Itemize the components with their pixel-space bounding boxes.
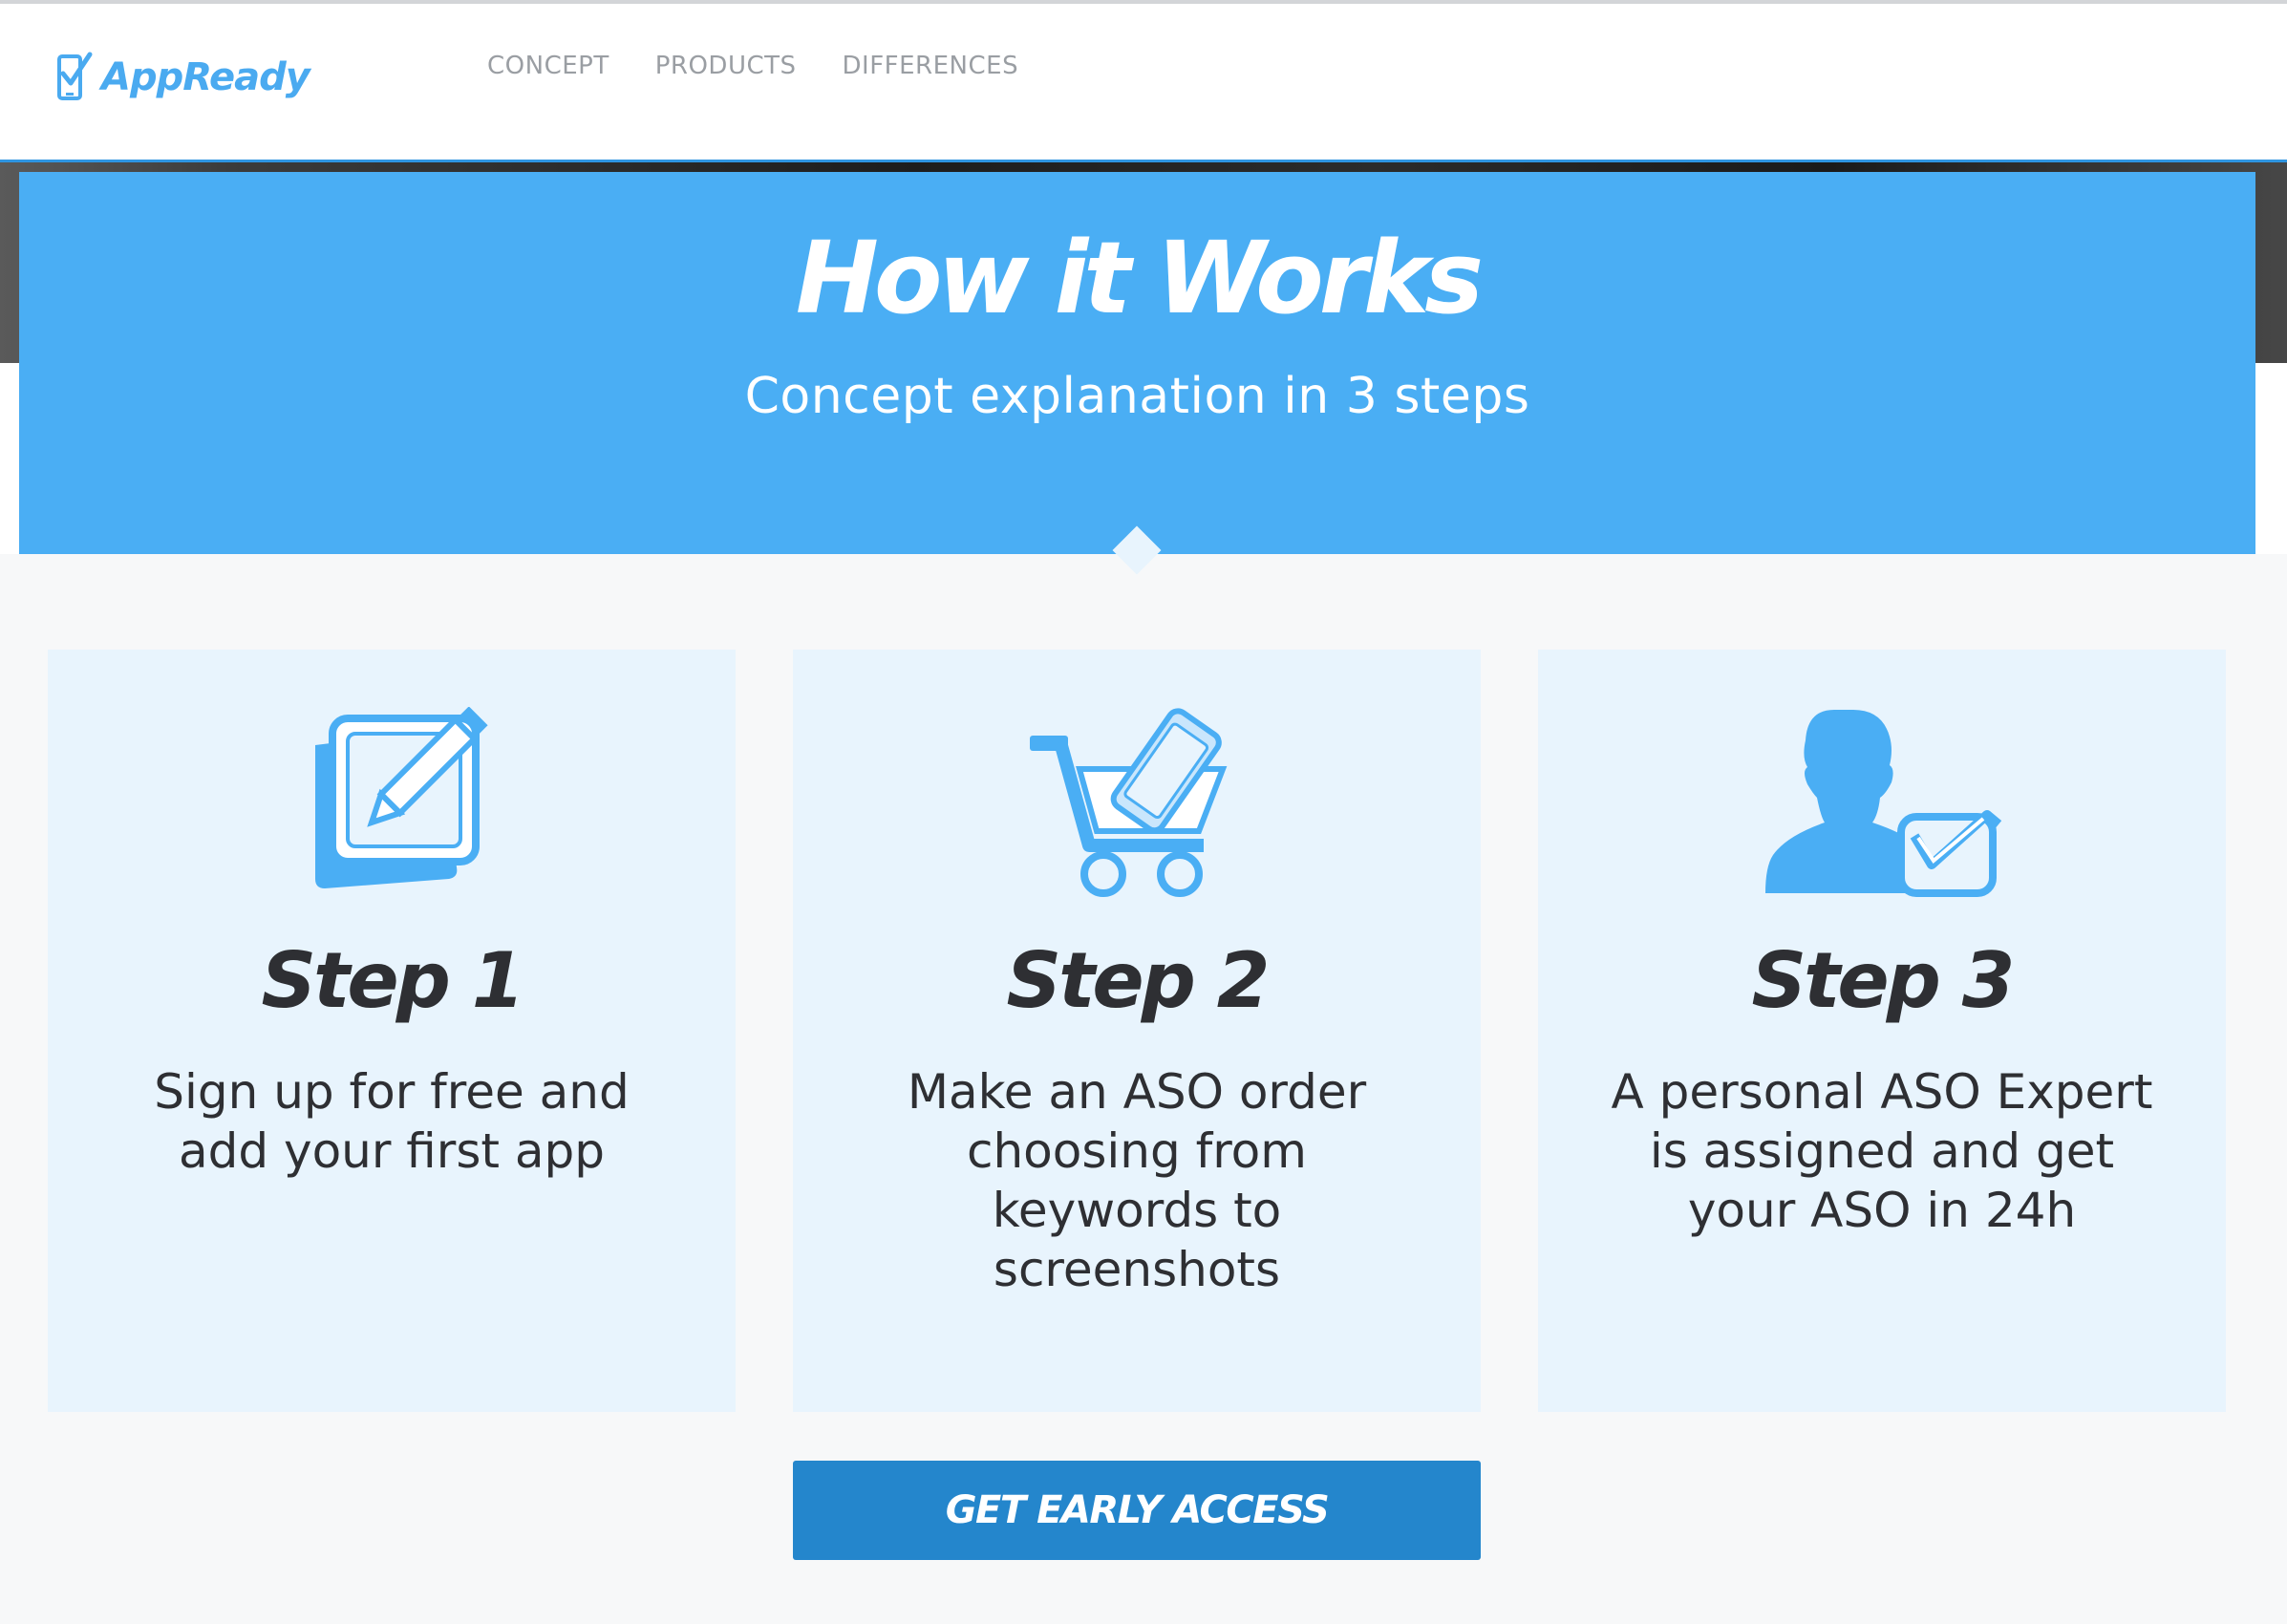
logo-text: AppReady [101,55,310,99]
step-description: A personal ASO Expert is assigned and ge… [1611,1064,2153,1238]
step-description: Sign up for free and add your first app [154,1064,630,1179]
step-title: Step 3 [1751,936,2016,1025]
section-subtitle: Concept explanation in 3 steps [744,368,1530,425]
how-it-works-banner: How it Works Concept explanation in 3 st… [19,172,2255,554]
section-title: How it Works [795,220,1484,336]
main-nav: CONCEPT PRODUCTS DIFFERENCES [487,52,1018,80]
step-title: Step 1 [261,936,525,1025]
step-description: Make an ASO order choosing from keywords… [907,1064,1367,1297]
nav-products[interactable]: PRODUCTS [655,52,797,80]
step-title: Step 2 [1006,936,1271,1025]
shopping-cart-phone-icon [793,702,1481,903]
logo[interactable]: AppReady [55,44,310,111]
step-card-1: Step 1 Sign up for free and add your fir… [48,650,736,1412]
get-early-access-button[interactable]: GET EARLY ACCESS [793,1461,1481,1560]
step-card-3: Step 3 A personal ASO Expert is assigned… [1538,650,2226,1412]
expert-person-check-icon [1538,702,2226,903]
edit-pencil-icon [48,702,736,903]
site-header: AppReady CONCEPT PRODUCTS DIFFERENCES [0,4,2287,160]
nav-concept[interactable]: CONCEPT [487,52,609,80]
phone-check-logo-icon [57,52,93,100]
step-card-2: Step 2 Make an ASO order choosing from k… [793,650,1481,1412]
nav-differences[interactable]: DIFFERENCES [843,52,1019,80]
